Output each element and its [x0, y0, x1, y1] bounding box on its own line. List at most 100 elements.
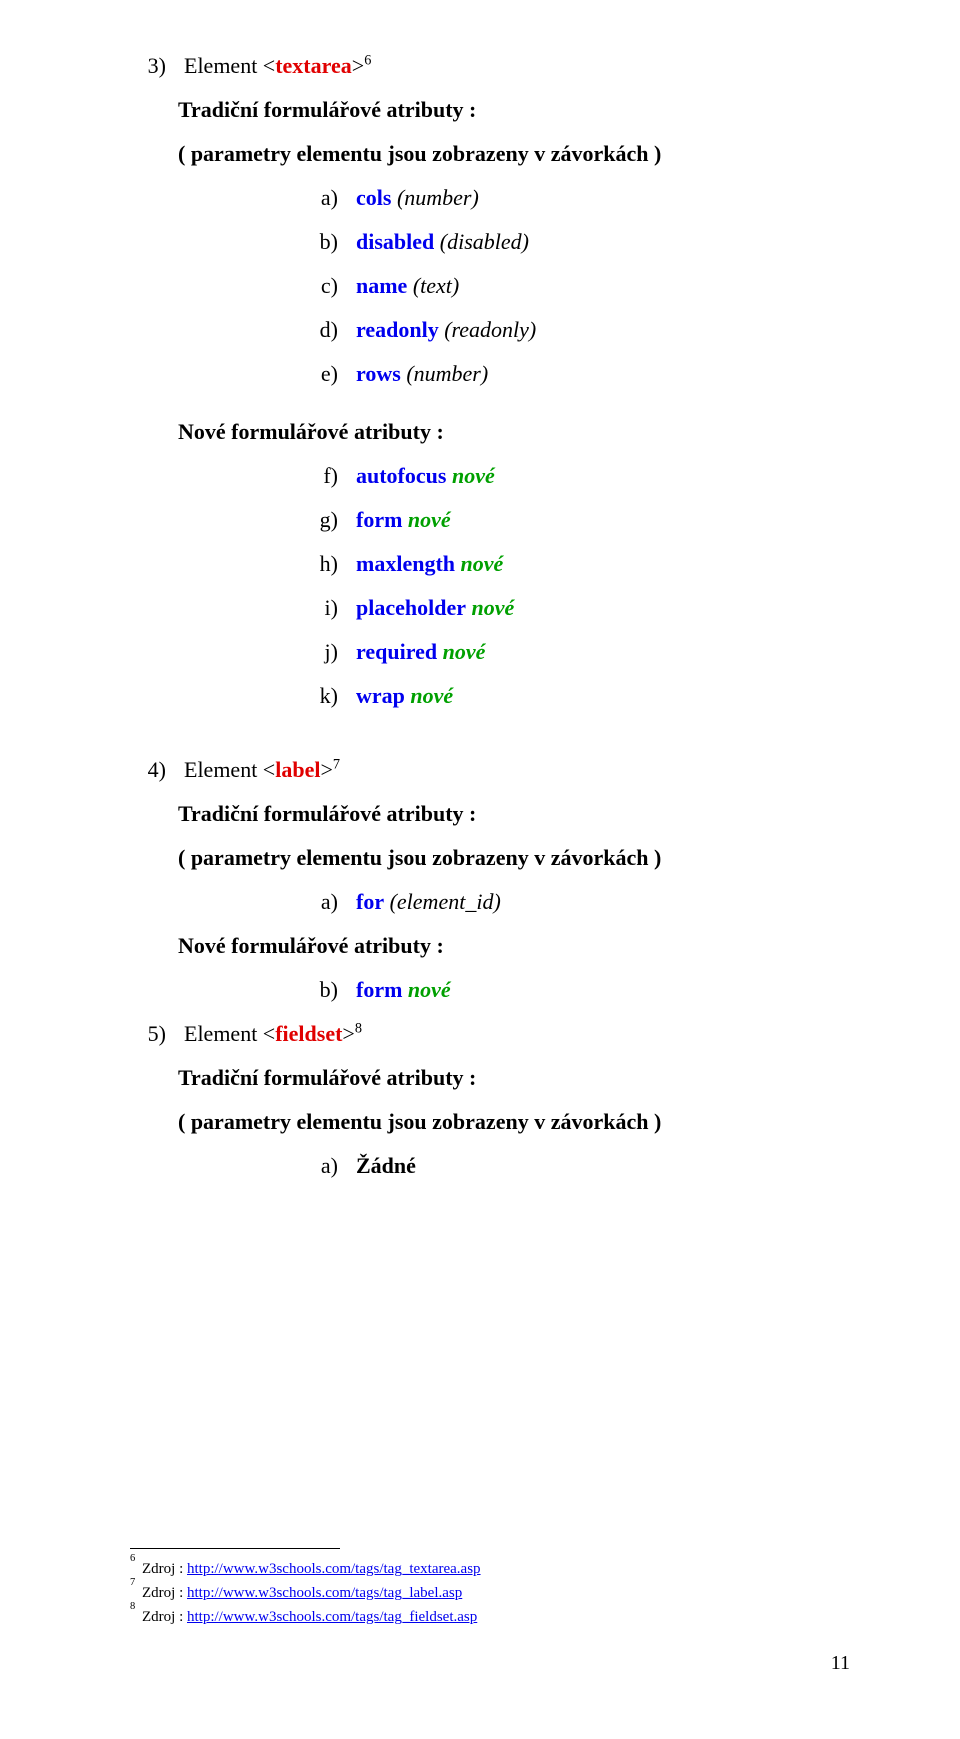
- attr-name: wrap: [356, 683, 405, 708]
- footnote-text: Zdroj : http://www.w3schools.com/tags/ta…: [142, 1581, 850, 1605]
- tag-name: textarea: [275, 53, 352, 78]
- item-text: required nové: [356, 630, 485, 674]
- bullet: h): [302, 542, 356, 586]
- list-item: h) maxlength nové: [302, 542, 850, 586]
- item-text: form nové: [356, 968, 451, 1012]
- bullet: j): [302, 630, 356, 674]
- footnote-rule: [130, 1548, 340, 1549]
- item-text: form nové: [356, 498, 451, 542]
- attr-note: nové: [408, 977, 451, 1002]
- attr-note: nové: [410, 683, 453, 708]
- attr-note: (readonly): [444, 317, 536, 342]
- list-item: i) placeholder nové: [302, 586, 850, 630]
- bullet: k): [302, 674, 356, 718]
- attr-name: autofocus: [356, 463, 446, 488]
- txt: Element <: [184, 757, 275, 782]
- paren-note: ( parametry elementu jsou zobrazeny v zá…: [178, 132, 850, 176]
- page: 3) Element <textarea>6 Tradiční formulář…: [0, 0, 960, 1739]
- list-item: c) name (text): [302, 264, 850, 308]
- footnote-text: Zdroj : http://www.w3schools.com/tags/ta…: [142, 1605, 850, 1629]
- paren-note: ( parametry elementu jsou zobrazeny v zá…: [178, 1100, 850, 1144]
- section-4-heading: 4) Element <label>7: [130, 748, 850, 792]
- list-item: b) disabled (disabled): [302, 220, 850, 264]
- item-text: placeholder nové: [356, 586, 514, 630]
- txt: Element <: [184, 1021, 275, 1046]
- attr-note: nové: [472, 595, 515, 620]
- list-item: f) autofocus nové: [302, 454, 850, 498]
- nove-title: Nové formulářové atributy :: [178, 924, 850, 968]
- list-item: j) required nové: [302, 630, 850, 674]
- attr-name: placeholder: [356, 595, 466, 620]
- item-text: Žádné: [356, 1144, 416, 1188]
- footnote-text: Zdroj : http://www.w3schools.com/tags/ta…: [142, 1557, 850, 1581]
- bullet-5: 5): [130, 1012, 184, 1056]
- footnote-num: 8: [130, 1605, 142, 1629]
- prefix: Zdroj :: [142, 1561, 187, 1577]
- footnote-7: 7 Zdroj : http://www.w3schools.com/tags/…: [130, 1581, 850, 1605]
- attr-name: required: [356, 639, 437, 664]
- prefix: Zdroj :: [142, 1609, 187, 1625]
- list-item: a) for (element_id): [302, 880, 850, 924]
- list-item: k) wrap nové: [302, 674, 850, 718]
- bullet: f): [302, 454, 356, 498]
- attr-name: name: [356, 273, 407, 298]
- trad-title: Tradiční formulářové atributy :: [178, 88, 850, 132]
- footnote-ref-8: 8: [355, 1021, 362, 1037]
- item-text: maxlength nové: [356, 542, 503, 586]
- attr-name: Žádné: [356, 1153, 416, 1178]
- list-item: a) cols (number): [302, 176, 850, 220]
- list-item: b) form nové: [302, 968, 850, 1012]
- bullet-4: 4): [130, 748, 184, 792]
- attr-note: nové: [443, 639, 486, 664]
- bullet: i): [302, 586, 356, 630]
- bullet: a): [302, 880, 356, 924]
- attr-note: (disabled): [440, 229, 529, 254]
- attr-name: rows: [356, 361, 401, 386]
- txt: >: [342, 1021, 354, 1046]
- footnote-ref-7: 7: [333, 757, 340, 773]
- attr-note: nové: [452, 463, 495, 488]
- list-item: g) form nové: [302, 498, 850, 542]
- bullet: a): [302, 176, 356, 220]
- attr-name: for: [356, 889, 384, 914]
- list-item: d) readonly (readonly): [302, 308, 850, 352]
- heading-text: Element <label>7: [184, 748, 340, 792]
- bullet: c): [302, 264, 356, 308]
- paren-note: ( parametry elementu jsou zobrazeny v zá…: [178, 836, 850, 880]
- attr-name: disabled: [356, 229, 434, 254]
- attr-name: maxlength: [356, 551, 455, 576]
- bullet: g): [302, 498, 356, 542]
- item-text: cols (number): [356, 176, 479, 220]
- bullet: b): [302, 220, 356, 264]
- footnote-ref-6: 6: [364, 53, 371, 69]
- txt: Element <: [184, 53, 275, 78]
- bullet: a): [302, 1144, 356, 1188]
- item-text: wrap nové: [356, 674, 453, 718]
- nove-title: Nové formulářové atributy :: [178, 410, 850, 454]
- item-text: for (element_id): [356, 880, 501, 924]
- footnote-link[interactable]: http://www.w3schools.com/tags/tag_label.…: [187, 1585, 462, 1601]
- section-3-heading: 3) Element <textarea>6: [130, 44, 850, 88]
- txt: >: [320, 757, 332, 782]
- bullet: b): [302, 968, 356, 1012]
- attr-name: cols: [356, 185, 391, 210]
- item-text: name (text): [356, 264, 459, 308]
- heading-text: Element <fieldset>8: [184, 1012, 362, 1056]
- item-text: disabled (disabled): [356, 220, 529, 264]
- tag-name: fieldset: [275, 1021, 342, 1046]
- footnote-6: 6 Zdroj : http://www.w3schools.com/tags/…: [130, 1557, 850, 1581]
- list-item: e) rows (number): [302, 352, 850, 396]
- footnote-8: 8 Zdroj : http://www.w3schools.com/tags/…: [130, 1605, 850, 1629]
- footnote-link[interactable]: http://www.w3schools.com/tags/tag_fields…: [187, 1609, 477, 1625]
- footnote-link[interactable]: http://www.w3schools.com/tags/tag_textar…: [187, 1561, 481, 1577]
- page-number: 11: [831, 1643, 850, 1683]
- trad-title: Tradiční formulářové atributy :: [178, 792, 850, 836]
- bullet-3: 3): [130, 44, 184, 88]
- item-text: autofocus nové: [356, 454, 495, 498]
- attr-note: nové: [408, 507, 451, 532]
- item-text: rows (number): [356, 352, 488, 396]
- attr-note: (number): [397, 185, 479, 210]
- attr-name: readonly: [356, 317, 439, 342]
- attr-name: form: [356, 977, 402, 1002]
- attr-note: nové: [461, 551, 504, 576]
